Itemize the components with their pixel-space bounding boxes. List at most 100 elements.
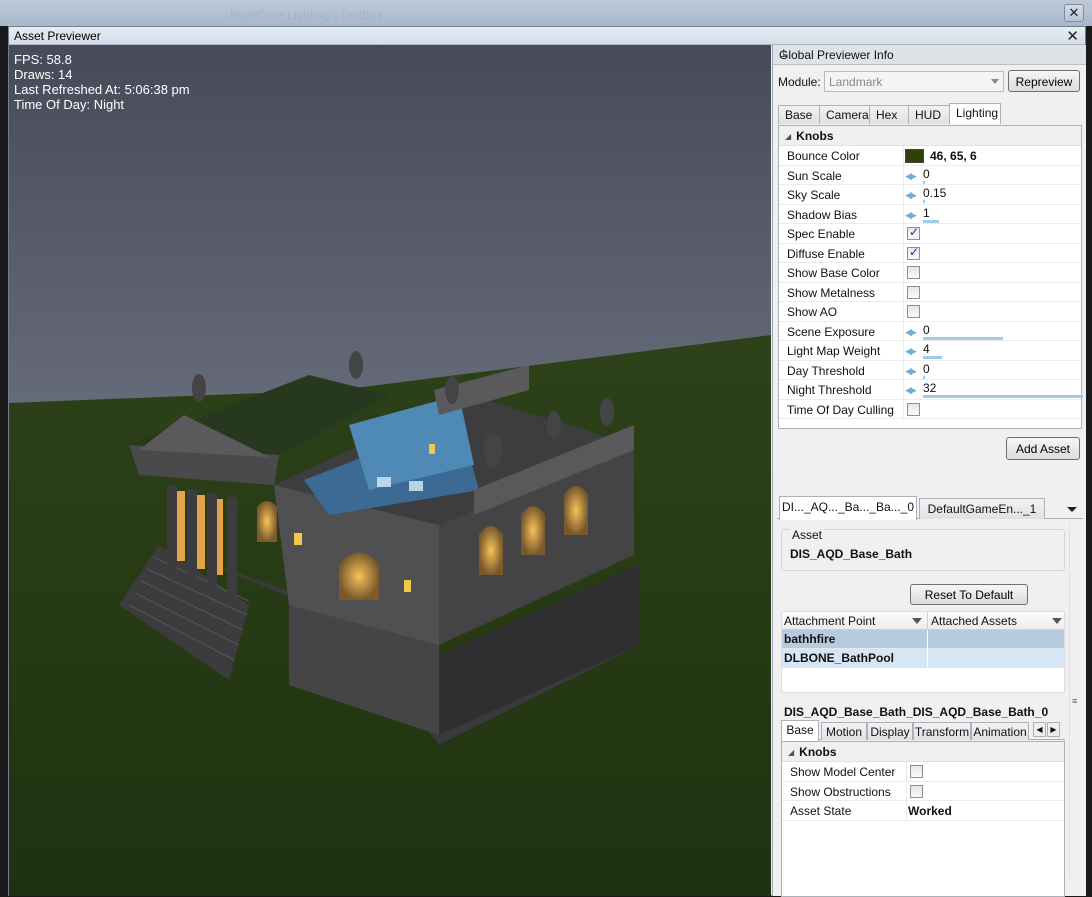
asset-previewer-window: Asset Previewer ✕ FPS: 58.8 Draws: 14 La…: [8, 26, 1086, 897]
module-value: Landmark: [829, 75, 883, 89]
tab-camera[interactable]: Camera: [819, 105, 870, 124]
tab-lighting[interactable]: Lighting: [949, 103, 1001, 124]
asset-tabs: DI..._AQ..._Ba..._Ba..._0 DefaultGameEn.…: [777, 496, 1083, 520]
time-of-day-readout: Time Of Day: Night: [14, 97, 125, 112]
shadow-bias-slider[interactable]: ◀▶ 1: [905, 206, 1081, 224]
tab-asset-0[interactable]: DI..._AQ..._Ba..._Ba..._0: [779, 496, 917, 520]
sun-scale-slider[interactable]: ◀▶ 0: [905, 167, 1081, 185]
prop-diffuse-enable[interactable]: Diffuse Enable: [779, 243, 1081, 263]
color-swatch[interactable]: [905, 149, 924, 163]
day-threshold-slider[interactable]: ◀▶ 0: [905, 362, 1081, 380]
repreview-button[interactable]: Repreview: [1008, 70, 1080, 92]
instance-title: DIS_AQD_Base_Bath_DIS_AQD_Base_Bath_0: [784, 705, 1049, 719]
prop-shadow-bias[interactable]: Shadow Bias ◀▶ 1: [779, 204, 1081, 224]
3d-viewport[interactable]: FPS: 58.8 Draws: 14 Last Refreshed At: 5…: [9, 45, 771, 896]
module-select[interactable]: Landmark: [824, 71, 1004, 92]
prop-sky-scale[interactable]: Sky Scale ◀▶ 0.15: [779, 185, 1081, 205]
show-metalness-checkbox[interactable]: [907, 285, 920, 299]
right-panel: Global Previewer Info ⊥ Module: Landmark…: [772, 45, 1086, 897]
reset-to-default-button[interactable]: Reset To Default: [910, 584, 1028, 605]
prop-bounce-color[interactable]: Bounce Color 46, 65, 6: [779, 146, 1081, 166]
spec-enable-checkbox[interactable]: [907, 225, 920, 240]
asset-name: DIS_AQD_Base_Bath: [790, 547, 913, 561]
module-label: Module:: [778, 75, 821, 89]
asset-group: Asset DIS_AQD_Base_Bath: [781, 528, 1065, 571]
bounce-color-value[interactable]: 46, 65, 6: [905, 149, 1081, 165]
window-title: Asset Previewer: [14, 29, 101, 43]
tab-instance-base[interactable]: Base: [781, 720, 819, 741]
prop-scene-exposure[interactable]: Scene Exposure ◀▶ 0: [779, 321, 1081, 341]
prop-name: Bounce Color: [787, 149, 860, 163]
prop-spec-enable[interactable]: Spec Enable: [779, 224, 1081, 244]
diffuse-enable-checkbox[interactable]: [907, 245, 920, 260]
tab-base[interactable]: Base: [778, 105, 820, 124]
chevron-down-icon: [991, 79, 999, 84]
lighting-property-grid: ◢ Knobs Bounce Color 46, 65, 6 Sun Scale …: [778, 125, 1083, 429]
knobs-category[interactable]: ◢ Knobs: [779, 126, 1081, 146]
tab-scroll-right-icon[interactable]: ▶: [1047, 722, 1060, 737]
close-icon[interactable]: ✕: [1066, 27, 1079, 45]
night-threshold-slider[interactable]: ◀▶ 32: [905, 381, 1083, 399]
filter-dropdown-icon[interactable]: [1052, 618, 1062, 624]
scroll-grip-icon[interactable]: ≡: [1072, 696, 1077, 706]
tab-scroll-left-icon[interactable]: ◀: [1033, 722, 1046, 737]
global-previewer-header: Global Previewer Info ⊥: [773, 45, 1086, 65]
scene-exposure-slider[interactable]: ◀▶ 0: [905, 323, 1081, 341]
prop-show-obstructions[interactable]: Show Obstructions: [782, 781, 1064, 801]
attachment-table-header: Attachment Point Attached Assets: [782, 612, 1064, 630]
show-model-center-checkbox[interactable]: [910, 765, 923, 778]
prop-show-model-center[interactable]: Show Model Center: [782, 762, 1064, 782]
time-of-day-culling-checkbox[interactable]: [907, 402, 920, 416]
refreshed-readout: Last Refreshed At: 5:06:38 pm: [14, 82, 190, 97]
window-titlebar: Asset Previewer ✕: [9, 27, 1085, 45]
show-base-color-checkbox[interactable]: [907, 266, 920, 279]
panel-scrollbar[interactable]: ≡: [1069, 523, 1082, 877]
tab-list-dropdown-icon[interactable]: [1067, 507, 1077, 512]
slider-arrows-icon: ◀▶: [905, 365, 917, 376]
slider-arrows-icon: ◀▶: [905, 385, 917, 395]
slider-arrows-icon: ◀▶: [905, 190, 917, 200]
outer-close-icon[interactable]: ✕: [1064, 4, 1084, 22]
prop-day-threshold[interactable]: Day Threshold ◀▶ 0: [779, 360, 1081, 380]
column-attachment-point[interactable]: Attachment Point: [784, 614, 875, 628]
tab-hud[interactable]: HUD: [908, 105, 950, 124]
add-asset-button[interactable]: Add Asset: [1006, 437, 1080, 460]
show-obstructions-checkbox[interactable]: [910, 784, 923, 798]
tab-instance-motion[interactable]: Motion: [821, 722, 867, 740]
prop-asset-state[interactable]: Asset State Worked: [782, 801, 1064, 821]
prop-sun-scale[interactable]: Sun Scale ◀▶ 0: [779, 165, 1081, 185]
outer-window-title: NightCore Lighting - ToolBox: [230, 8, 383, 22]
prop-show-base-color[interactable]: Show Base Color: [779, 263, 1081, 283]
column-attached-assets[interactable]: Attached Assets: [931, 614, 1017, 628]
slider-fill: [923, 200, 925, 203]
draws-readout: Draws: 14: [14, 67, 73, 82]
instance-property-grid: ◢ Knobs Show Model Center Show Obstructio…: [781, 741, 1065, 897]
light-map-weight-slider[interactable]: ◀▶ 4: [905, 342, 1081, 360]
asset-state-value: Worked: [908, 804, 952, 818]
slider-fill: [923, 395, 1083, 398]
prop-show-ao[interactable]: Show AO: [779, 302, 1081, 322]
slider-fill: [923, 375, 925, 379]
prop-time-of-day-culling[interactable]: Time Of Day Culling: [779, 399, 1081, 419]
tab-instance-animation[interactable]: Animation: [971, 722, 1029, 740]
prop-show-metalness[interactable]: Show Metalness: [779, 282, 1081, 302]
table-row[interactable]: bathhfire: [782, 630, 1064, 649]
knobs-category[interactable]: ◢ Knobs: [782, 742, 1064, 762]
filter-dropdown-icon[interactable]: [912, 618, 922, 624]
collapse-triangle-icon[interactable]: ◢: [785, 132, 791, 141]
sky-scale-slider[interactable]: ◀▶ 0.15: [905, 186, 1081, 204]
slider-fill: [923, 356, 942, 359]
show-ao-checkbox[interactable]: [907, 305, 920, 318]
tab-hex[interactable]: Hex: [869, 105, 909, 124]
collapse-triangle-icon[interactable]: ◢: [788, 748, 794, 757]
outer-titlebar: NightCore Lighting - ToolBox ✕: [0, 0, 1092, 26]
pin-icon[interactable]: ⊥: [779, 47, 1080, 60]
prop-light-map-weight[interactable]: Light Map Weight ◀▶ 4: [779, 341, 1081, 361]
module-row: Module: Landmark Repreview: [778, 70, 1082, 93]
table-row[interactable]: DLBONE_BathPool: [782, 649, 1064, 668]
prop-night-threshold[interactable]: Night Threshold ◀▶ 32: [779, 380, 1083, 400]
slider-arrows-icon: ◀▶: [905, 170, 917, 181]
tab-instance-transform[interactable]: Transform: [913, 722, 971, 740]
tab-asset-1[interactable]: DefaultGameEn..._1: [919, 498, 1045, 519]
tab-instance-display[interactable]: Display: [867, 722, 913, 740]
